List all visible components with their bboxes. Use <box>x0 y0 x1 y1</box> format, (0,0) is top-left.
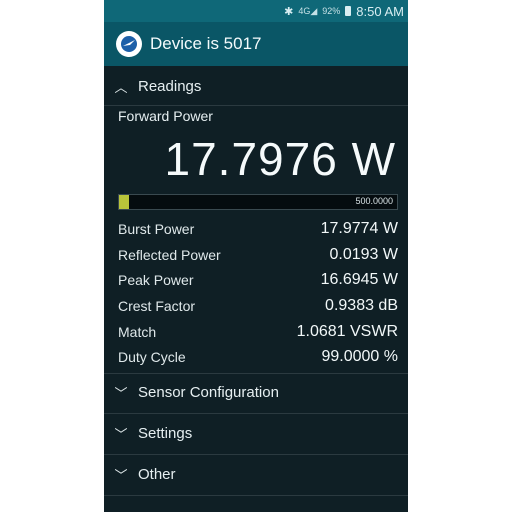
section-label: Settings <box>138 424 193 442</box>
reading-row-duty-cycle: Duty Cycle 99.0000 % <box>118 345 398 369</box>
reading-label: Reflected Power <box>118 247 221 263</box>
bluetooth-icon: ✱ <box>284 5 294 18</box>
status-bar: ✱ 4G◢ 92% 8:50 AM <box>104 0 408 22</box>
battery-percent: 92% <box>322 6 341 16</box>
reading-label: Burst Power <box>118 221 195 237</box>
reading-value: 1.0681 VSWR <box>296 323 398 340</box>
reading-value: 0.9383 dB <box>325 297 398 314</box>
chevron-up-icon: ︿ <box>114 79 128 95</box>
power-bar-max-label: 500.0000 <box>355 196 393 206</box>
divider <box>104 105 408 106</box>
reading-value: 0.0193 W <box>329 246 398 263</box>
reading-label: Peak Power <box>118 272 194 288</box>
divider <box>104 495 408 496</box>
reading-row-match: Match 1.0681 VSWR <box>118 320 398 344</box>
reading-row-burst-power: Burst Power 17.9774 W <box>118 217 398 241</box>
reading-row-reflected-power: Reflected Power 0.0193 W <box>118 243 398 267</box>
power-meter-logo-icon[interactable] <box>116 31 142 57</box>
reading-row-peak-power: Peak Power 16.6945 W <box>118 268 398 292</box>
app-bar: Device is 5017 <box>104 22 408 66</box>
reading-row-crest-factor: Crest Factor 0.9383 dB <box>118 294 398 318</box>
forward-power-label: Forward Power <box>118 108 213 124</box>
forward-power-value: 17.7976 W <box>164 133 396 185</box>
section-label: Other <box>138 465 176 483</box>
status-time: 8:50 AM <box>356 3 404 19</box>
reading-label: Crest Factor <box>118 298 196 314</box>
settings-section-header[interactable]: ﹀ Settings <box>104 413 408 453</box>
chevron-down-icon: ﹀ <box>114 426 128 442</box>
phone-screen: ✱ 4G◢ 92% 8:50 AM Device is 5017 ︿ Readi… <box>104 0 408 512</box>
power-bar: 500.0000 <box>118 194 398 210</box>
reading-value: 17.9774 W <box>320 220 398 237</box>
other-section-header[interactable]: ﹀ Other <box>104 454 408 494</box>
reading-label: Duty Cycle <box>118 349 186 365</box>
battery-icon <box>345 6 352 16</box>
sensor-configuration-section-header[interactable]: ﹀ Sensor Configuration <box>104 372 408 412</box>
readings-section-label: Readings <box>138 77 202 95</box>
readings-section-header[interactable]: ︿ Readings <box>104 66 408 106</box>
power-bar-fill <box>119 195 129 209</box>
reading-value: 99.0000 % <box>321 348 398 365</box>
section-label: Sensor Configuration <box>138 383 279 401</box>
chevron-down-icon: ﹀ <box>114 467 128 483</box>
reading-label: Match <box>118 324 157 340</box>
app-title: Device is 5017 <box>150 34 262 53</box>
reading-value: 16.6945 W <box>320 271 398 288</box>
chevron-down-icon: ﹀ <box>114 385 128 401</box>
signal-icon: 4G◢ <box>298 5 318 16</box>
